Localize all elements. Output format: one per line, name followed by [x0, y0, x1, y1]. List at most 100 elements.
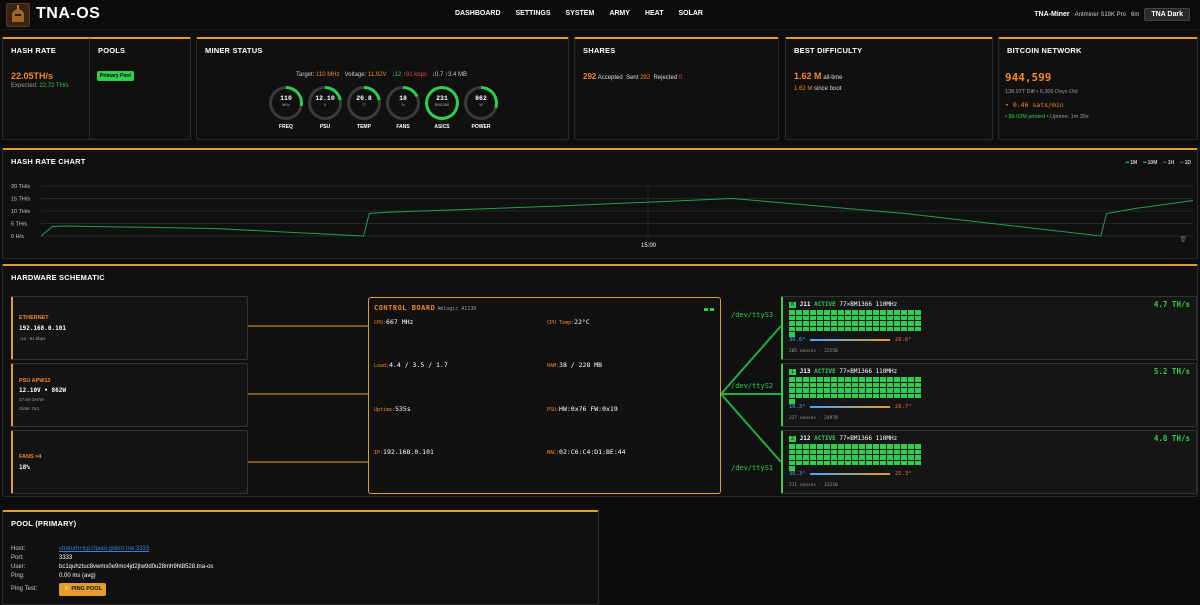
nav-heat[interactable]: HEAT: [645, 10, 664, 17]
asic-chip: [803, 393, 809, 398]
net-up: ↑91 kbps: [402, 72, 427, 78]
ping-pool-button[interactable]: ⚡ PING POOL: [59, 583, 106, 596]
nav-system[interactable]: SYSTEM: [566, 10, 595, 17]
asic-chip: [803, 315, 809, 320]
gauge-freq: 110 MHz: [269, 86, 303, 120]
chain-spec: 77×BM1366 110MHz: [839, 435, 898, 442]
asic-chip: [880, 315, 886, 320]
asic-chip: [852, 393, 858, 398]
asic-chip: [887, 460, 893, 465]
range-1d[interactable]: ━ 1D: [1180, 160, 1191, 166]
asic-chip: [901, 310, 907, 315]
range-1h[interactable]: ━ 1H: [1163, 160, 1174, 166]
spartan-logo-icon[interactable]: [6, 3, 30, 27]
asic-chip: [852, 321, 858, 326]
asic-chip: [887, 388, 893, 393]
pool-details: Host: stratum+tcp://pool.gobrrr.me:3333 P…: [11, 545, 213, 596]
asic-chip: [838, 382, 844, 387]
asic-chip: [887, 315, 893, 320]
asic-chip: [894, 449, 900, 454]
asic-chip: [824, 315, 830, 320]
gauge-label: PSU: [319, 124, 331, 130]
asic-chip: [852, 455, 858, 460]
asic-chip: [803, 449, 809, 454]
asic-chip: [824, 449, 830, 454]
theme-select[interactable]: TNA Dark: [1144, 8, 1190, 21]
nav-solar[interactable]: SOLAR: [678, 10, 703, 17]
expected-value: 22.72 TH/s: [39, 83, 69, 89]
asic-chip: [831, 393, 837, 398]
hashboard-j12[interactable]: 2 J12 ACTIVE 77×BM1366 110MHz 4.8 TH/s 3…: [781, 430, 1197, 494]
asic-chip: [796, 444, 802, 449]
trash-icon[interactable]: 🗑: [1179, 236, 1187, 243]
asic-chip: [803, 310, 809, 315]
nav-dashboard[interactable]: DASHBOARD: [455, 10, 501, 17]
host-link[interactable]: stratum+tcp://pool.gobrrr.me:3333: [59, 546, 149, 552]
asic-chip: [810, 321, 816, 326]
asic-chip: [796, 449, 802, 454]
asic-chip: [824, 444, 830, 449]
asic-chip: [803, 377, 809, 382]
asic-chip: [908, 393, 914, 398]
asic-chip: [901, 315, 907, 320]
asic-chip: [901, 377, 907, 382]
range-10m[interactable]: ━ 10M: [1143, 160, 1157, 166]
ethernet-box[interactable]: ETHERNET 192.168.0.101 ↓12 ↑91 kbps: [11, 296, 248, 360]
asic-chip: [845, 377, 851, 382]
asic-chip: [915, 444, 921, 449]
asic-chip: [803, 326, 809, 331]
asic-chip: [817, 377, 823, 382]
asic-chip: [887, 382, 893, 387]
ping-row: Ping: 0.00 ms (avg): [11, 573, 96, 579]
asic-chip: [894, 388, 900, 393]
asic-chip: [908, 315, 914, 320]
asic-chip: [845, 382, 851, 387]
asic-chip: [796, 393, 802, 398]
printed-value: • $9.03M printed: [1005, 114, 1046, 120]
asic-chip: [838, 326, 844, 331]
rejected-value: 0: [678, 75, 683, 81]
asic-chip: [866, 315, 872, 320]
ip-row: IP:192.168.0.101: [374, 448, 434, 456]
app-title[interactable]: TNA-OS: [36, 5, 100, 23]
asic-chip: [852, 388, 858, 393]
nav-settings[interactable]: SETTINGS: [516, 10, 551, 17]
chain-hashrate: 4.8 TH/s: [1153, 434, 1190, 443]
asic-chip: [845, 444, 851, 449]
asic-chip: [859, 455, 865, 460]
gauge-label: FANS: [396, 124, 410, 130]
gauge-unit: MHz: [282, 103, 290, 107]
asic-chip: [915, 310, 921, 315]
asic-grid: [789, 310, 921, 337]
nav-army[interactable]: ARMY: [609, 10, 630, 17]
gauge-unit: BM1366: [434, 103, 450, 107]
asic-chip: [838, 444, 844, 449]
main-nav: DASHBOARD SETTINGS SYSTEM ARMY HEAT SOLA…: [455, 10, 703, 17]
voltage-label: Voltage:: [344, 72, 367, 78]
gauge-value: 110: [280, 95, 292, 102]
asic-chip: [859, 321, 865, 326]
asic-chip: [817, 444, 823, 449]
asic-chip: [803, 460, 809, 465]
asic-chip: [810, 382, 816, 387]
asic-chip: [845, 449, 851, 454]
asic-chip: [866, 321, 872, 326]
asic-chip: [845, 460, 851, 465]
chain-index: 1: [789, 369, 797, 375]
asic-chip: [845, 455, 851, 460]
psu-efficiency: 37.94 GH/W: [19, 397, 44, 402]
fans-box[interactable]: FANS ×4 18%: [11, 430, 248, 494]
psu-box[interactable]: PSU APW12 12.10V • 862W 37.94 GH/W State…: [11, 363, 248, 427]
asic-chip: [817, 449, 823, 454]
control-board[interactable]: CONTROL BOARD Amlogic A113D CPU:667 MHz …: [368, 297, 721, 494]
hashboard-j11[interactable]: 0 J11 ACTIVE 77×BM1366 110MHz 4.7 TH/s 3…: [781, 296, 1197, 360]
asic-chip: [789, 310, 795, 315]
primary-pool-badge[interactable]: Primary Pool: [97, 71, 134, 81]
asic-chip: [845, 326, 851, 331]
voltage-value: 11.92V: [367, 72, 387, 78]
range-1m[interactable]: ━ 1M: [1126, 160, 1137, 166]
language-indicator[interactable]: 6m: [1131, 12, 1139, 18]
hashboard-j13[interactable]: 1 J13 ACTIVE 77×BM1366 110MHz 5.2 TH/s 1…: [781, 363, 1197, 427]
chain-status: ACTIVE: [814, 435, 836, 442]
accepted-value: 292: [583, 72, 597, 81]
